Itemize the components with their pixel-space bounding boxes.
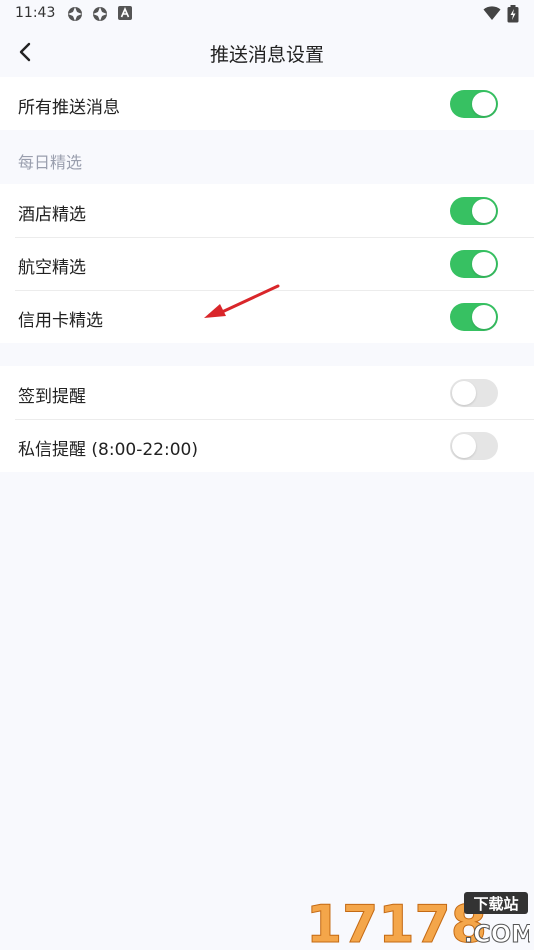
section-header-daily-picks: 每日精选 [18,153,83,172]
setting-label: 酒店精选 [18,205,86,225]
watermark-number: 17178 [306,895,487,950]
app-icon [93,7,107,21]
all-push-toggle[interactable] [450,90,498,118]
status-bar: 11:43 [0,0,534,28]
toggle-knob [472,92,496,116]
navigation-bar: 推送消息设置 [0,28,534,76]
toggle-knob [452,381,476,405]
font-icon [118,6,132,20]
toggle-knob [472,305,496,329]
toggle-knob [452,434,476,458]
setting-row-private-message: 私信提醒 (8:00-22:00) [0,419,534,472]
setting-row-hotel: 酒店精选 [0,184,534,237]
setting-row-checkin: 签到提醒 [0,366,534,419]
watermark-badge: 下载站 [473,895,518,913]
toggle-knob [472,252,496,276]
airline-picks-toggle[interactable] [450,250,498,278]
setting-label: 航空精选 [18,258,86,278]
status-time: 11:43 [15,5,56,21]
setting-label: 所有推送消息 [18,98,120,118]
all-push-group: 所有推送消息 [0,77,534,130]
wifi-icon [483,6,501,20]
setting-label: 信用卡精选 [18,311,103,331]
credit-card-picks-toggle[interactable] [450,303,498,331]
setting-label: 私信提醒 (8:00-22:00) [18,440,198,460]
app-icon [68,7,82,21]
private-message-reminder-toggle[interactable] [450,432,498,460]
reminders-group: 签到提醒 私信提醒 (8:00-22:00) [0,366,534,472]
site-watermark: 17178 下载站 .COM [306,892,530,950]
toggle-knob [472,199,496,223]
checkin-reminder-toggle[interactable] [450,379,498,407]
page-title: 推送消息设置 [209,44,324,66]
watermark-domain: .COM [464,920,530,948]
setting-label: 签到提醒 [18,387,86,407]
battery-icon [507,5,519,23]
hotel-picks-toggle[interactable] [450,197,498,225]
setting-row-all-push: 所有推送消息 [0,77,534,130]
annotation-arrow [204,284,280,318]
